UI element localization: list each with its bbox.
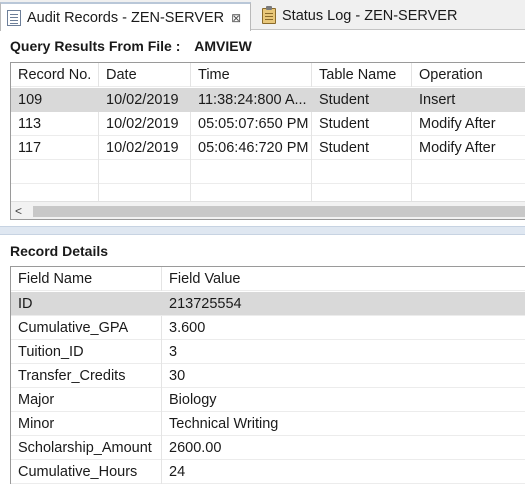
field-name: ID (18, 296, 33, 312)
field-value: 3 (169, 344, 178, 360)
cell-record-no: 117 (11, 136, 99, 160)
column-header-field-name[interactable]: Field Name (11, 267, 162, 291)
table-row[interactable]: 109 10/02/2019 11:38:24:800 A... Student… (11, 88, 525, 112)
field-name: Cumulative_GPA (11, 316, 162, 340)
cell-date: 10/02/2019 (106, 92, 179, 108)
field-value: 24 (169, 464, 186, 480)
cell-time: 11:38:24:800 A... (198, 92, 307, 108)
query-results-title: Query Results From File : (10, 38, 181, 54)
horizontal-scrollbar[interactable]: < (11, 201, 525, 219)
table-header-row: Record No. Date Time Table Name Operatio… (11, 63, 525, 87)
column-header-date[interactable]: Date (99, 63, 191, 87)
field-value: Biology (169, 392, 217, 408)
cell-table-name: Student (319, 92, 369, 108)
table-row[interactable]: 117 10/02/2019 05:06:46:720 PM Student M… (11, 136, 525, 160)
field-name: Cumulative_Hours (11, 460, 162, 484)
column-header-operation[interactable]: Operation (412, 63, 525, 87)
field-name: Minor (11, 412, 162, 436)
editor-tab-bar: Audit Records - ZEN-SERVER ⊠ Status Log … (0, 0, 525, 31)
empty-cell (412, 184, 525, 201)
column-header-record-no[interactable]: Record No. (11, 63, 99, 87)
empty-cell (412, 160, 525, 184)
empty-cell (191, 160, 312, 184)
details-header-row: Field Name Field Value (11, 267, 525, 291)
query-results-header: Query Results From File : AMVIEW (10, 38, 252, 54)
scroll-left-arrow-icon[interactable]: < (15, 202, 22, 219)
empty-cell (191, 184, 312, 201)
tab-audit-records-label: Audit Records - ZEN-SERVER (27, 9, 225, 26)
field-value: 30 (169, 368, 186, 384)
empty-cell (11, 160, 99, 184)
cell-record-no: 109 (18, 92, 43, 108)
tab-audit-records[interactable]: Audit Records - ZEN-SERVER ⊠ (0, 2, 251, 31)
empty-table-row (11, 184, 525, 201)
query-file-name: AMVIEW (194, 38, 252, 54)
column-header-time[interactable]: Time (191, 63, 312, 87)
empty-cell (99, 184, 191, 201)
field-value: 2600.00 (169, 440, 222, 456)
cell-date: 10/02/2019 (99, 136, 191, 160)
table-row[interactable]: 113 10/02/2019 05:05:07:650 PM Student M… (11, 112, 525, 136)
empty-cell (99, 160, 191, 184)
field-value: Technical Writing (169, 416, 279, 432)
field-value: 3.600 (169, 320, 206, 336)
field-name: Scholarship_Amount (11, 436, 162, 460)
table-row[interactable]: Minor Technical Writing (11, 412, 525, 436)
pane-splitter[interactable] (0, 226, 525, 235)
query-results-table: Record No. Date Time Table Name Operatio… (10, 62, 525, 220)
empty-cell (11, 184, 99, 201)
column-header-field-value[interactable]: Field Value (162, 267, 525, 291)
cell-operation: Insert (419, 92, 456, 108)
cell-record-no: 113 (11, 112, 99, 136)
record-details-title: Record Details (10, 243, 109, 259)
field-name: Transfer_Credits (11, 364, 162, 388)
cell-date: 10/02/2019 (99, 112, 191, 136)
table-row[interactable]: Cumulative_GPA 3.600 (11, 316, 525, 340)
cell-time: 05:06:46:720 PM (191, 136, 312, 160)
field-name: Major (11, 388, 162, 412)
tab-status-log-label: Status Log - ZEN-SERVER (282, 8, 458, 24)
table-row[interactable]: Tuition_ID 3 (11, 340, 525, 364)
table-row[interactable]: Scholarship_Amount 2600.00 (11, 436, 525, 460)
cell-operation: Modify After (419, 140, 496, 156)
table-row[interactable]: Cumulative_Hours 24 (11, 460, 525, 484)
tab-status-log[interactable]: Status Log - ZEN-SERVER (256, 2, 466, 30)
table-row[interactable]: ID 213725554 (11, 292, 525, 316)
table-row[interactable]: Transfer_Credits 30 (11, 364, 525, 388)
column-header-table-name[interactable]: Table Name (312, 63, 412, 87)
cell-table-name: Student (312, 112, 412, 136)
document-icon (7, 9, 21, 26)
cell-table-name: Student (312, 136, 412, 160)
record-details-table: Field Name Field Value ID 213725554 Cumu… (10, 266, 525, 484)
empty-cell (312, 160, 412, 184)
empty-table-row (11, 160, 525, 184)
empty-cell (312, 184, 412, 201)
close-tab-icon[interactable]: ⊠ (231, 12, 241, 24)
cell-time: 05:05:07:650 PM (191, 112, 312, 136)
cell-operation: Modify After (419, 116, 496, 132)
field-name: Tuition_ID (11, 340, 162, 364)
scrollbar-thumb[interactable] (33, 206, 525, 217)
field-value: 213725554 (169, 296, 242, 312)
clipboard-icon (262, 6, 276, 24)
table-row[interactable]: Major Biology (11, 388, 525, 412)
